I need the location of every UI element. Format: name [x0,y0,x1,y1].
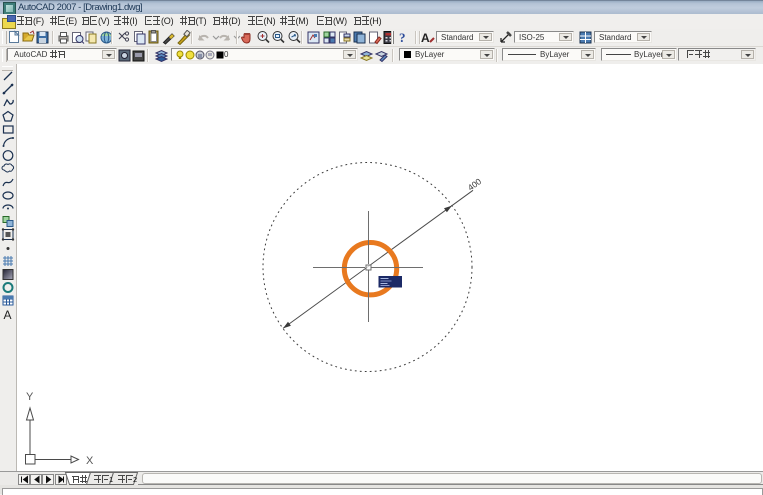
svg-text:A: A [4,308,12,322]
svg-text:Y: Y [26,391,34,403]
svg-text:400: 400 [466,176,484,193]
svg-text:X: X [86,455,94,467]
svg-text:?: ? [399,30,406,45]
svg-text:A: A [421,31,430,45]
